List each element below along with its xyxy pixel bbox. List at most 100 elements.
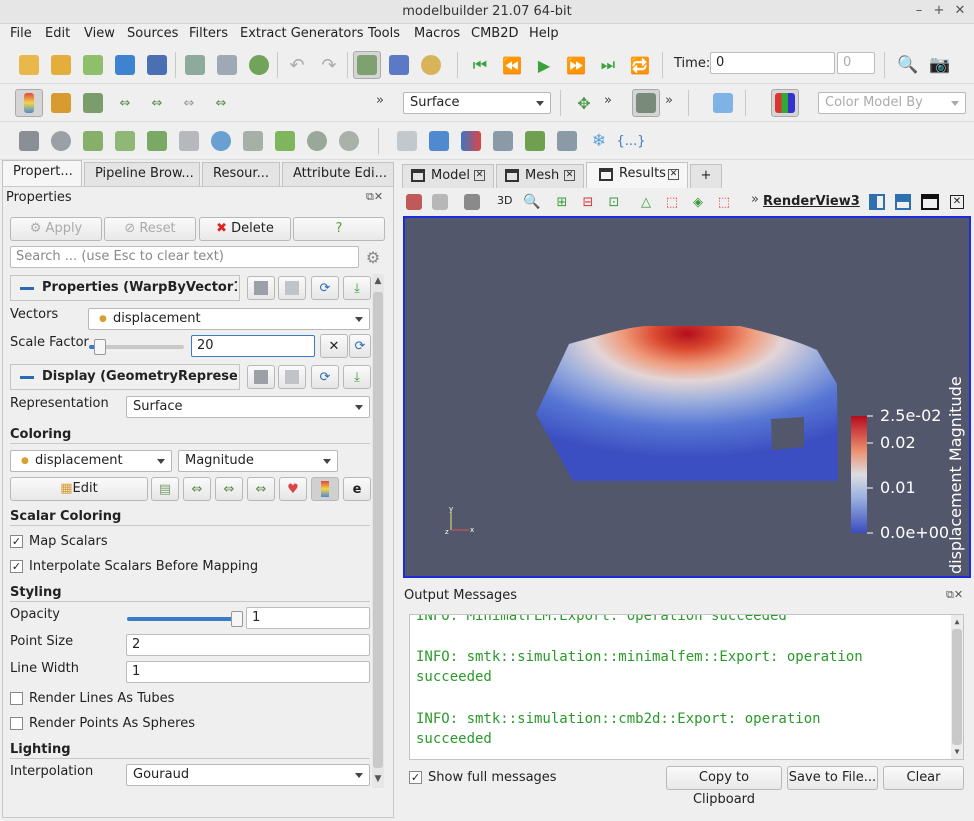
- color-component-select[interactable]: Magnitude: [178, 450, 338, 472]
- color-model-select[interactable]: Color Model By: [818, 92, 966, 114]
- rescale-data-icon[interactable]: ⇔: [183, 477, 211, 501]
- slice-icon[interactable]: [111, 127, 139, 155]
- camera-capture-icon[interactable]: [460, 188, 484, 216]
- opacity-slider[interactable]: [127, 611, 243, 627]
- contour-icon[interactable]: [47, 127, 75, 155]
- render-view-name[interactable]: RenderView3: [763, 194, 860, 209]
- float-panel-icon[interactable]: ⧉✕: [366, 190, 383, 204]
- rescale-range-icon[interactable]: ⇔: [111, 89, 139, 117]
- group-datasets-icon[interactable]: [303, 127, 331, 155]
- connect-icon[interactable]: [111, 51, 139, 79]
- delete-button[interactable]: ✖ Delete: [199, 217, 291, 241]
- output-scrollbar[interactable]: ▲ ▼: [951, 615, 963, 759]
- temporal-plot-icon[interactable]: [553, 127, 581, 155]
- annotations-icon[interactable]: ♥: [279, 477, 307, 501]
- tab-resources[interactable]: Resour...: [202, 162, 280, 186]
- threshold-icon[interactable]: [143, 127, 171, 155]
- menu-filters[interactable]: Filters: [189, 26, 228, 41]
- loop-icon[interactable]: 🔁: [626, 51, 654, 79]
- next-frame-icon[interactable]: ⏩: [562, 51, 590, 79]
- menu-macros[interactable]: Macros: [414, 26, 460, 41]
- zoom-box-icon[interactable]: 🔍: [520, 188, 544, 216]
- vectors-select[interactable]: ● displacement: [88, 308, 370, 330]
- search-input[interactable]: Search ... (use Esc to clear text): [10, 246, 359, 268]
- plot-data-icon[interactable]: [489, 127, 517, 155]
- capture-view-icon[interactable]: [402, 188, 426, 216]
- menu-view[interactable]: View: [84, 26, 115, 41]
- display-group-header[interactable]: Display (GeometryRepresen: [10, 364, 240, 390]
- clear-selection-icon[interactable]: ⬚: [712, 188, 736, 216]
- rescale-custom-icon[interactable]: ⇔: [143, 89, 171, 117]
- output-messages[interactable]: INFO: MinimalFEM.Export: operation succe…: [409, 614, 964, 760]
- python-calc-icon[interactable]: {...}: [617, 127, 646, 155]
- rescale-over-time-icon[interactable]: ⇔: [247, 477, 275, 501]
- glyph-icon[interactable]: [207, 127, 235, 155]
- open-file-icon[interactable]: [15, 51, 43, 79]
- edit-colormap-button[interactable]: ▦Edit: [10, 477, 148, 501]
- scale-factor-input[interactable]: 20: [191, 335, 315, 357]
- screenshot-icon[interactable]: 📷: [926, 51, 954, 79]
- select-polygon-icon[interactable]: ⬚: [660, 188, 684, 216]
- interpolation-select[interactable]: Gouraud: [126, 764, 370, 786]
- probe-icon[interactable]: [425, 127, 453, 155]
- properties-scrollbar[interactable]: ▲ ▼: [372, 274, 384, 788]
- play-icon[interactable]: ▶: [530, 51, 558, 79]
- toggle-3d-button[interactable]: 3D: [497, 194, 512, 207]
- paste-params-icon[interactable]: [278, 276, 306, 300]
- advanced-settings-icon[interactable]: ⚙: [361, 245, 385, 269]
- plot-over-line-icon[interactable]: [393, 127, 421, 155]
- cube-axes-icon[interactable]: [709, 89, 737, 117]
- histogram-icon[interactable]: [457, 127, 485, 155]
- open-folder-icon[interactable]: [47, 51, 75, 79]
- redo-icon[interactable]: ↷: [315, 51, 343, 79]
- render-lines-tubes-checkbox[interactable]: [10, 692, 23, 705]
- opacity-input[interactable]: 1: [246, 607, 370, 629]
- zoom-data-icon[interactable]: 🔍: [894, 51, 922, 79]
- stream-tracer-icon[interactable]: [239, 127, 267, 155]
- warped-mesh[interactable]: [536, 326, 838, 481]
- freeze-icon[interactable]: ❄: [585, 127, 613, 155]
- clear-button[interactable]: Clear: [883, 766, 964, 790]
- restore-defaults-icon[interactable]: ⟳: [311, 276, 339, 300]
- split-horizontal-icon[interactable]: [864, 188, 890, 216]
- calculator-icon[interactable]: [15, 127, 43, 155]
- toggle-visibility-icon[interactable]: [632, 89, 660, 117]
- menu-tools[interactable]: Tools: [368, 26, 400, 41]
- scale-factor-slider[interactable]: [89, 339, 184, 355]
- toolbar-overflow-icon[interactable]: »: [376, 93, 384, 108]
- load-state-icon[interactable]: [213, 51, 241, 79]
- save-defaults-icon[interactable]: ⤓: [343, 276, 371, 300]
- view-toolbar-overflow-icon[interactable]: »: [751, 192, 759, 207]
- interpolate-scalars-checkbox[interactable]: ✓: [10, 560, 23, 573]
- select-points-icon[interactable]: ⊟: [576, 188, 600, 216]
- reset-camera-icon[interactable]: ✥: [570, 89, 598, 117]
- save-to-file-button[interactable]: Save to File...: [787, 766, 878, 790]
- reset-session-icon[interactable]: [245, 51, 273, 79]
- camera-link-icon[interactable]: [385, 51, 413, 79]
- maximize-button[interactable]: +: [930, 2, 948, 20]
- add-tab-button[interactable]: +: [690, 164, 722, 188]
- point-size-input[interactable]: 2: [126, 634, 370, 656]
- python-icon[interactable]: [143, 51, 171, 79]
- warp-vector-icon[interactable]: [271, 127, 299, 155]
- representation-dropdown[interactable]: Surface: [126, 396, 370, 418]
- previous-frame-icon[interactable]: ⏪: [498, 51, 526, 79]
- first-frame-icon[interactable]: ⏮: [466, 51, 494, 79]
- show-full-messages-checkbox[interactable]: ✓: [409, 771, 422, 784]
- select-block-icon[interactable]: ⊡: [602, 188, 626, 216]
- tab-pipeline-browser[interactable]: Pipeline Brow...: [84, 162, 200, 186]
- tab-model[interactable]: Model ✕: [402, 164, 494, 188]
- copy-to-clipboard-button[interactable]: Copy to Clipboard: [666, 766, 782, 807]
- color-array-select[interactable]: ● displacement: [10, 450, 172, 472]
- rescale-visible-icon[interactable]: ⇔: [207, 89, 235, 117]
- menu-edit[interactable]: Edit: [45, 26, 70, 41]
- menu-sources[interactable]: Sources: [127, 26, 178, 41]
- menu-extract-generators[interactable]: Extract Generators: [240, 26, 363, 41]
- palette-icon[interactable]: [417, 51, 445, 79]
- opacity-mapping-icon[interactable]: e: [343, 477, 371, 501]
- colormap-presets-icon[interactable]: ▤: [151, 477, 179, 501]
- apply-button[interactable]: ⚙ Apply: [10, 217, 102, 241]
- maximize-view-icon[interactable]: [917, 188, 943, 216]
- tab-mesh[interactable]: Mesh ✕: [496, 164, 584, 188]
- custom-range-icon[interactable]: [79, 89, 107, 117]
